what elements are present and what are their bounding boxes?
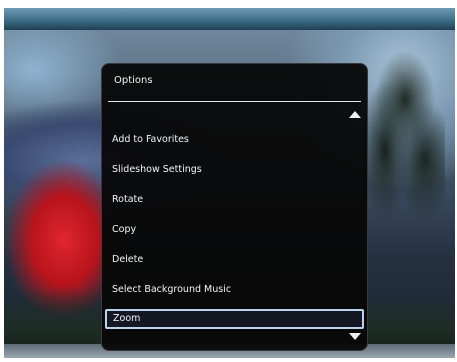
menu-item-copy[interactable]: Copy: [105, 219, 364, 239]
title-divider: [108, 101, 361, 102]
triangle-down-icon[interactable]: [349, 333, 361, 340]
menu-item-delete[interactable]: Delete: [105, 249, 364, 269]
menu-item-select-background-music[interactable]: Select Background Music: [105, 279, 364, 299]
options-menu-title: Options: [114, 75, 153, 86]
triangle-up-icon[interactable]: [349, 111, 361, 118]
options-menu-panel: Options Add to Favorites Slideshow Setti…: [101, 63, 368, 351]
photo-frame-screen: Options Add to Favorites Slideshow Setti…: [4, 8, 455, 358]
top-status-bar: [4, 8, 455, 30]
menu-item-rotate[interactable]: Rotate: [105, 189, 364, 209]
photo-tree-silhouette: [355, 50, 445, 220]
menu-item-add-to-favorites[interactable]: Add to Favorites: [105, 129, 364, 149]
menu-item-slideshow-settings[interactable]: Slideshow Settings: [105, 159, 364, 179]
menu-item-zoom[interactable]: Zoom: [105, 309, 364, 329]
